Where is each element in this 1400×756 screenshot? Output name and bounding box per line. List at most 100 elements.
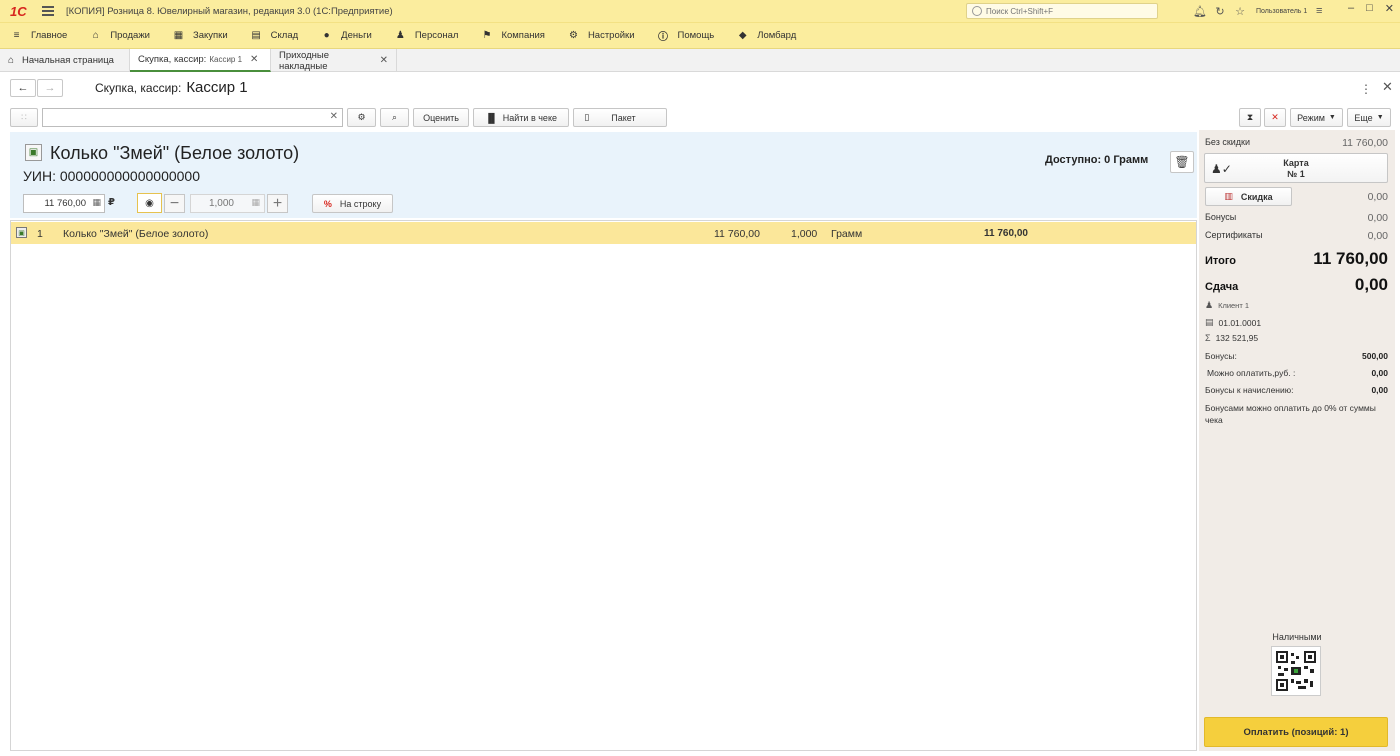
price-field[interactable]: 11 760,00 ▦: [23, 194, 105, 213]
user-name[interactable]: Пользователь 1: [1256, 8, 1307, 15]
tab-incoming-invoices[interactable]: Приходные накладные ✕: [271, 49, 397, 72]
keypad-icon: ∷: [21, 112, 27, 122]
eye-button[interactable]: ◉: [137, 193, 162, 213]
tab-home[interactable]: ⌂ Начальная страница: [0, 49, 130, 72]
calculator-icon[interactable]: ▦: [251, 197, 260, 208]
settings-button[interactable]: ⚙: [347, 108, 376, 127]
row-sum: 11 760,00: [984, 228, 1028, 239]
bonus-note: Бонусами можно оплатить до 0% от суммы ч…: [1205, 403, 1376, 425]
trash-icon: 🗑︎: [1174, 155, 1190, 169]
close-window-icon[interactable]: ✕: [1385, 2, 1394, 15]
table-row[interactable]: ▣ 1 Колько "Змей" (Белое золото) 11 760,…: [11, 222, 1196, 244]
menu-item-money[interactable]: ● Деньги: [320, 30, 372, 42]
flag-icon: ⚑: [482, 30, 492, 41]
change-row: Сдача 0,00: [1205, 275, 1388, 294]
qr-code-icon: [1276, 651, 1316, 691]
product-icon: ▣: [25, 144, 42, 161]
certificates-row: Сертификаты 0,00: [1205, 230, 1388, 242]
cash-label: Наличными: [1272, 632, 1322, 642]
app-logo: 1С: [10, 3, 27, 19]
discount-icon: ▥: [1224, 191, 1233, 201]
main-menu-icon[interactable]: [42, 6, 54, 16]
global-search[interactable]: [966, 3, 1158, 19]
bonuses-row: Бонусы 0,00: [1205, 212, 1388, 224]
row-quantity: 1,000: [791, 228, 818, 240]
close-tab-icon[interactable]: ✕: [380, 55, 388, 66]
close-form-icon[interactable]: ✕: [1382, 79, 1393, 95]
minus-icon: −: [169, 194, 180, 212]
gear-icon: ⚙: [357, 112, 366, 122]
clear-icon[interactable]: ✕: [330, 111, 338, 122]
bell-icon[interactable]: 🔔︎: [1190, 3, 1210, 19]
search-icon: ⌕: [391, 112, 398, 122]
plus-icon: +: [272, 194, 283, 212]
currency-symbol: ₽: [108, 197, 115, 208]
menu-item-help[interactable]: ⓘ Помощь: [657, 30, 714, 43]
menu-item-warehouse[interactable]: ▤ Склад: [250, 30, 298, 42]
close-tab-icon[interactable]: ✕: [250, 54, 258, 65]
pay-button[interactable]: Оплатить (позиций: 1): [1204, 717, 1388, 747]
payment-summary-panel: Без скидки 11 760,00 ♟✓ Карта № 1 ▥ Скидк…: [1199, 130, 1395, 751]
arrow-left-icon: ←: [17, 82, 29, 94]
back-button[interactable]: ←: [10, 79, 36, 97]
arrow-right-icon: →: [44, 82, 56, 94]
item-uin: УИН: 000000000000000000: [23, 168, 200, 184]
menu-item-settings[interactable]: ⚙ Настройки: [567, 30, 635, 42]
receipt-table[interactable]: ▣ 1 Колько "Змей" (Белое золото) 11 760,…: [10, 220, 1197, 751]
barcode-search-input[interactable]: ✕: [42, 108, 343, 127]
maximize-icon[interactable]: □: [1366, 2, 1373, 15]
search-button[interactable]: ⌕: [380, 108, 409, 127]
discount-button[interactable]: ▥ Скидка: [1205, 187, 1292, 206]
gear-icon: ⚙: [568, 30, 578, 41]
tab-buyback-cashier[interactable]: Скупка, кассир: Кассир 1 ✕: [130, 49, 271, 72]
product-icon: ▣: [16, 227, 27, 238]
menu-item-company[interactable]: ⚑ Компания: [480, 30, 544, 42]
bonus-balance-row: Бонусы: 500,00: [1205, 351, 1388, 361]
package-button[interactable]: ▯ Пакет: [573, 108, 667, 127]
find-in-receipt-button[interactable]: ▐▌ Найти в чеке: [473, 108, 569, 127]
client-name[interactable]: ♟ Клиент 1: [1205, 300, 1249, 311]
hamburger-icon: ≡: [13, 30, 20, 41]
hourglass-icon: ⧗: [1246, 112, 1254, 122]
decrease-quantity-button[interactable]: −: [164, 194, 185, 213]
money-icon: ●: [323, 30, 330, 41]
star-icon[interactable]: ☆: [1230, 3, 1250, 19]
to-row-button[interactable]: % На строку: [312, 194, 393, 213]
menu-item-main[interactable]: ≡ Главное: [10, 30, 68, 42]
menu-item-staff[interactable]: ♟ Персонал: [394, 30, 459, 42]
discount-value: 0,00: [1367, 191, 1388, 203]
total-row: Итого 11 760,00: [1205, 249, 1388, 268]
chevron-down-icon: ▼: [1376, 114, 1384, 121]
people-icon: ♟: [395, 30, 405, 41]
menu-item-sales[interactable]: ⌂ Продажи: [89, 30, 150, 42]
hourglass-button[interactable]: ⧗: [1239, 108, 1261, 127]
row-unit: Грамм: [831, 228, 863, 240]
settings-menu-icon[interactable]: ≡: [1309, 3, 1329, 19]
minimize-icon[interactable]: –: [1348, 2, 1354, 15]
user-icon: ♟: [1205, 300, 1214, 310]
card-button[interactable]: ♟✓ Карта № 1: [1204, 153, 1388, 183]
open-windows-tabs: ⌂ Начальная страница Скупка, кассир: Кас…: [0, 49, 1400, 72]
menu-item-pawnshop[interactable]: ◆ Ломбард: [736, 30, 796, 42]
more-button[interactable]: Еще ▼: [1347, 108, 1391, 127]
menu-item-purchases[interactable]: ▦ Закупки: [172, 30, 228, 42]
search-icon: [972, 6, 982, 16]
barcode-icon: ▐▌: [485, 112, 498, 123]
history-icon[interactable]: ↻: [1210, 3, 1230, 19]
qr-code-button[interactable]: [1271, 646, 1321, 696]
calculator-icon[interactable]: ▦: [92, 197, 101, 208]
purchase-icon: ▦: [173, 30, 184, 41]
global-search-input[interactable]: [986, 6, 1146, 16]
cancel-button[interactable]: ✕: [1264, 108, 1286, 127]
evaluate-button[interactable]: Оценить: [413, 108, 469, 127]
chevron-down-icon: ▼: [1328, 114, 1336, 121]
forward-button[interactable]: →: [37, 79, 63, 97]
item-available: Доступно: 0 Грамм: [1045, 154, 1149, 166]
can-pay-row: Можно оплатить,руб. : 0,00: [1207, 368, 1388, 378]
more-actions-icon[interactable]: ⋮: [1360, 82, 1372, 96]
increase-quantity-button[interactable]: +: [267, 194, 288, 213]
quantity-field[interactable]: 1,000 ▦: [190, 194, 265, 213]
mode-button[interactable]: Режим ▼: [1290, 108, 1343, 127]
delete-button[interactable]: 🗑︎: [1170, 151, 1194, 173]
keypad-button[interactable]: ∷: [10, 108, 38, 127]
